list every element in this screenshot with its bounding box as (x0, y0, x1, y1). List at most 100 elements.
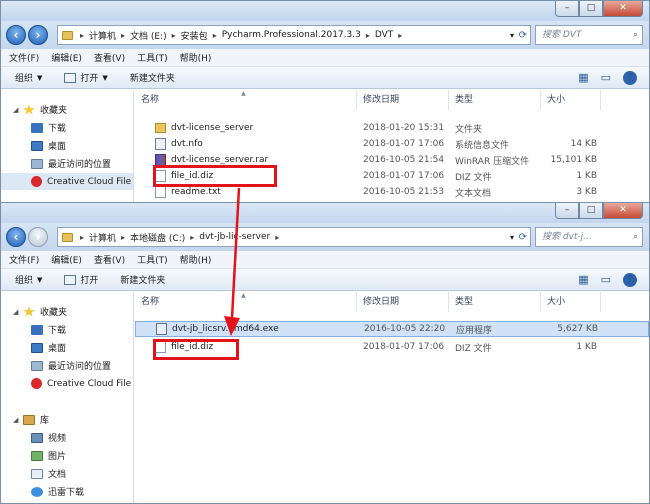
column-header-size[interactable]: 大小 (541, 90, 601, 110)
menu-file[interactable]: 文件(F) (9, 51, 39, 64)
sidebar-item-videos[interactable]: 视频 (1, 429, 133, 446)
menu-file[interactable]: 文件(F) (9, 253, 39, 266)
toolbar: 组织 ▼ 打开 ▼ 新建文件夹 ▦ ▭ ? (1, 67, 649, 89)
menu-edit[interactable]: 编辑(E) (51, 253, 82, 266)
help-icon[interactable]: ? (623, 71, 637, 85)
back-button[interactable]: ‹ (6, 227, 26, 247)
sidebar-item-downloads[interactable]: 下载 (1, 321, 133, 338)
menu-view[interactable]: 查看(V) (94, 51, 125, 64)
breadcrumb-item[interactable]: DVT (375, 30, 393, 40)
forward-button[interactable]: › (28, 25, 48, 45)
refresh-icon[interactable]: ⟳ (519, 232, 527, 243)
star-icon (23, 306, 35, 317)
toolbar: 组织 ▼ 打开 新建文件夹 ▦ ▭ ? (1, 269, 649, 291)
breadcrumb-item[interactable]: 文档 (E:) (130, 29, 167, 42)
preview-pane-icon[interactable]: ▭ (601, 71, 611, 85)
menu-view[interactable]: 查看(V) (94, 253, 125, 266)
chevron-down-icon: ▼ (102, 73, 108, 82)
nfo-icon (155, 138, 166, 150)
sidebar-item-recent[interactable]: 最近访问的位置 (1, 155, 133, 172)
sidebar-item-xunlei[interactable]: 迅雷下载 (1, 483, 133, 500)
sidebar-item-creative-cloud[interactable]: Creative Cloud File (1, 375, 133, 392)
new-folder-button[interactable]: 新建文件夹 (130, 71, 175, 84)
creative-cloud-icon (31, 176, 42, 187)
search-input[interactable]: 搜索 dvt-j... ⌕ (535, 227, 643, 247)
text-file-icon (155, 186, 166, 198)
sidebar-item-desktop[interactable]: 桌面 (1, 339, 133, 356)
breadcrumb[interactable]: ▸ 计算机 ▸ 本地磁盘 (C:) ▸ dvt-jb-lic-server ▸ … (57, 227, 531, 247)
search-input[interactable]: 搜索 DVT ⌕ (535, 25, 643, 45)
recent-places-icon (31, 158, 43, 169)
navigation-pane: ◢ 收藏夹 下载 桌面 最近访问的位置 Creative Cloud File (1, 90, 134, 205)
sidebar-item-desktop[interactable]: 桌面 (1, 137, 133, 154)
column-header-date[interactable]: 修改日期 (357, 292, 449, 312)
explorer-window-dvt-jb-lic-server: – □ ✕ ‹ › ▸ 计算机 ▸ 本地磁盘 (C:) ▸ dvt-jb-lic… (0, 202, 650, 504)
title-bar: – □ ✕ (1, 1, 649, 21)
breadcrumb-item[interactable]: 计算机 (89, 29, 116, 42)
menu-help[interactable]: 帮助(H) (180, 51, 212, 64)
help-icon[interactable]: ? (623, 273, 637, 287)
sidebar-item-favorites[interactable]: ◢ 收藏夹 (1, 303, 133, 320)
menu-bar: 文件(F) 编辑(E) 查看(V) 工具(T) 帮助(H) (1, 49, 649, 67)
view-options-icon[interactable]: ▦ (578, 71, 588, 85)
breadcrumb-item[interactable]: 计算机 (89, 231, 116, 244)
title-bar: – □ ✕ (1, 203, 649, 223)
view-options-icon[interactable]: ▦ (578, 273, 588, 287)
picture-icon (31, 450, 43, 461)
sidebar-item-documents[interactable]: 文档 (1, 465, 133, 482)
maximize-button[interactable]: □ (579, 1, 603, 17)
refresh-icon[interactable]: ⟳ (519, 30, 527, 41)
breadcrumb-item[interactable]: Pycharm.Professional.2017.3.3 (222, 30, 361, 40)
column-header-type[interactable]: 类型 (449, 292, 541, 312)
folder-icon (62, 232, 73, 242)
chevron-down-icon: ▼ (37, 275, 43, 284)
column-header-date[interactable]: 修改日期 (357, 90, 449, 110)
sidebar-item-favorites[interactable]: ◢ 收藏夹 (1, 101, 133, 118)
back-button[interactable]: ‹ (6, 25, 26, 45)
desktop-icon (31, 140, 43, 151)
window-controls: – □ ✕ (555, 203, 643, 219)
forward-button[interactable]: › (28, 227, 48, 247)
preview-pane-icon[interactable]: ▭ (601, 273, 611, 287)
column-header-size[interactable]: 大小 (541, 292, 601, 312)
maximize-button[interactable]: □ (579, 203, 603, 219)
breadcrumb-item[interactable]: 安装包 (181, 29, 208, 42)
library-icon (23, 414, 35, 425)
breadcrumb[interactable]: ▸ 计算机 ▸ 文档 (E:) ▸ 安装包 ▸ Pycharm.Professi… (57, 25, 531, 45)
folder-icon (62, 30, 73, 40)
download-icon (31, 122, 43, 133)
close-button[interactable]: ✕ (603, 203, 643, 219)
file-row[interactable]: dvt.nfo 2018-01-07 17:06 系统信息文件 14 KB (135, 136, 649, 152)
sidebar-item-creative-cloud[interactable]: Creative Cloud File (1, 173, 133, 190)
arrow-annotation (224, 187, 241, 336)
file-row[interactable]: dvt-license_server 2018-01-20 15:31 文件夹 (135, 120, 649, 136)
organize-button[interactable]: 组织 ▼ (15, 71, 42, 85)
menu-tools[interactable]: 工具(T) (137, 51, 168, 64)
folder-icon (155, 123, 166, 133)
menu-help[interactable]: 帮助(H) (180, 253, 212, 266)
chevron-down-icon[interactable]: ▾ (510, 31, 514, 40)
open-button[interactable]: 打开 ▼ (64, 71, 108, 84)
breadcrumb-item[interactable]: 本地磁盘 (C:) (130, 231, 185, 244)
highlight-box-destination (153, 339, 239, 360)
menu-edit[interactable]: 编辑(E) (51, 51, 82, 64)
sidebar-item-recent[interactable]: 最近访问的位置 (1, 357, 133, 374)
menu-tools[interactable]: 工具(T) (137, 253, 168, 266)
minimize-button[interactable]: – (555, 1, 579, 17)
sidebar-item-downloads[interactable]: 下载 (1, 119, 133, 136)
column-header-type[interactable]: 类型 (449, 90, 541, 110)
close-button[interactable]: ✕ (603, 1, 643, 17)
document-icon (31, 468, 43, 479)
video-icon (31, 432, 43, 443)
explorer-window-dvt: – □ ✕ ‹ › ▸ 计算机 ▸ 文档 (E:) ▸ 安装包 ▸ Pychar… (0, 0, 650, 206)
column-header-name[interactable]: ▲ 名称 (135, 90, 357, 110)
new-folder-button[interactable]: 新建文件夹 (120, 273, 165, 286)
chevron-down-icon[interactable]: ▾ (510, 233, 514, 242)
minimize-button[interactable]: – (555, 203, 579, 219)
sidebar-item-libraries[interactable]: ◢ 库 (1, 411, 133, 428)
organize-button[interactable]: 组织 ▼ (15, 273, 43, 287)
window-controls: – □ ✕ (555, 1, 643, 17)
open-button[interactable]: 打开 (64, 273, 98, 286)
sidebar-item-pictures[interactable]: 图片 (1, 447, 133, 464)
nav-buttons: ‹ › (6, 227, 50, 247)
